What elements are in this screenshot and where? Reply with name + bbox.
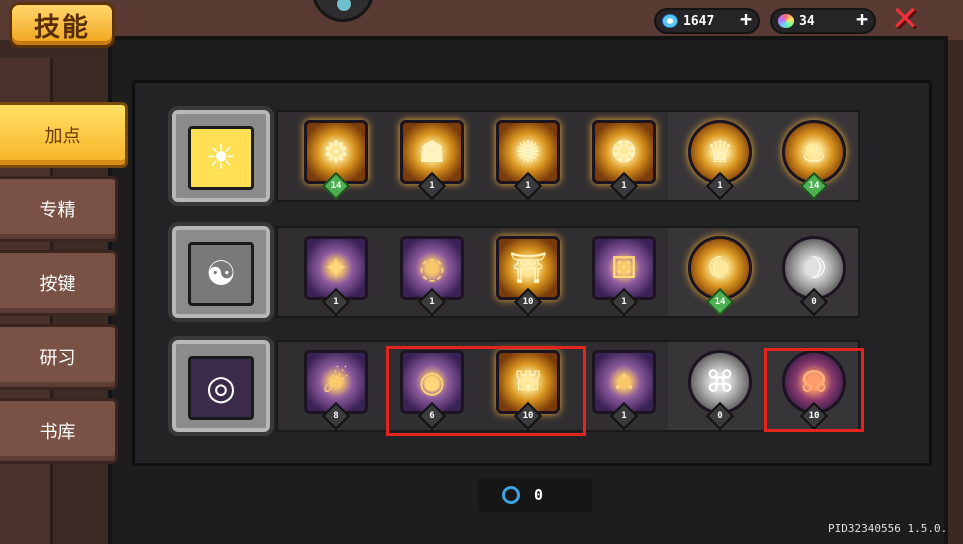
skill-row-sun: ☀ ⚙ 14 ☗ 1 ✺ 1 ❂ 1 ♛ 1 ♨ 14: [168, 106, 860, 206]
level-value: 1: [525, 181, 531, 191]
add-crystals-button[interactable]: +: [856, 7, 868, 31]
crystal-amount: 34: [799, 13, 815, 29]
version-label: PID32340556 1.5.0.: [828, 522, 948, 535]
level-value: 1: [621, 181, 627, 191]
row-head-void[interactable]: ◎: [168, 336, 274, 436]
level-value: 14: [808, 181, 820, 191]
level-value: 0: [717, 411, 723, 421]
skill-slot[interactable]: ◉ 6: [396, 350, 468, 431]
skill-points: 0: [478, 478, 592, 512]
skill-slot[interactable]: ❂ 1: [588, 120, 660, 201]
skill-slot[interactable]: ⛩ 10: [492, 236, 564, 317]
skill-slot[interactable]: ☗ 1: [396, 120, 468, 201]
sun-icon: ☀: [188, 126, 254, 190]
level-value: 6: [429, 411, 435, 421]
skill-slot[interactable]: ♛ 1: [684, 120, 756, 201]
level-value: 1: [717, 181, 723, 191]
page-title: 技能: [9, 2, 115, 48]
level-value: 8: [333, 411, 339, 421]
tab-4[interactable]: 书库: [0, 398, 118, 464]
skill-slot[interactable]: ☊ 10: [778, 350, 850, 431]
level-value: 10: [522, 297, 534, 307]
add-gems-button[interactable]: +: [740, 7, 752, 31]
skill-points-value: 0: [534, 486, 544, 504]
gem-counter: 1647 +: [654, 7, 760, 34]
skill-slot[interactable]: ✦ 1: [300, 236, 372, 317]
tab-1[interactable]: 专精: [0, 176, 118, 242]
skill-slot[interactable]: ∴ 1: [588, 350, 660, 431]
level-value: 14: [714, 297, 726, 307]
level-value: 10: [522, 411, 534, 421]
level-value: 1: [333, 297, 339, 307]
skill-slot[interactable]: ♨ 14: [778, 120, 850, 201]
skill-slot[interactable]: ✺ 1: [492, 120, 564, 201]
skill-slot[interactable]: ⚙ 14: [300, 120, 372, 201]
row-head-wind[interactable]: ☯: [168, 222, 274, 322]
yin-yang-icon: ☯: [188, 242, 254, 306]
level-value: 0: [811, 297, 817, 307]
close-button[interactable]: ✕: [888, 2, 922, 36]
skill-slot[interactable]: ☄ 8: [300, 350, 372, 431]
skill-slot[interactable]: ◌ 1: [396, 236, 468, 317]
tab-2[interactable]: 按键: [0, 250, 118, 316]
skill-slot[interactable]: ⚄ 1: [588, 236, 660, 317]
spiral-icon: ◎: [188, 356, 254, 420]
skill-point-icon: [502, 486, 520, 504]
tab-3[interactable]: 研习: [0, 324, 118, 390]
skill-row-void: ◎ ☄ 8 ◉ 6 ⛫ 10 ∴ 1 ⌘ 0 ☊ 10: [168, 336, 860, 436]
level-value: 1: [621, 297, 627, 307]
skill-slot[interactable]: ⛫ 10: [492, 350, 564, 431]
level-value: 14: [330, 181, 342, 191]
skill-slot[interactable]: ☽ 0: [778, 236, 850, 317]
gem-amount: 1647: [683, 13, 715, 29]
row-head-sun[interactable]: ☀: [168, 106, 274, 206]
crystal-counter: 34 +: [770, 7, 876, 34]
skill-slot[interactable]: ☾ 14: [684, 236, 756, 317]
crystal-icon: [778, 14, 794, 28]
skill-row-wind: ☯ ✦ 1 ◌ 1 ⛩ 10 ⚄ 1 ☾ 14 ☽ 0: [168, 222, 860, 322]
level-value: 1: [429, 297, 435, 307]
gem-icon: [662, 14, 678, 28]
level-value: 1: [621, 411, 627, 421]
skill-slot[interactable]: ⌘ 0: [684, 350, 756, 431]
tab-0[interactable]: 加点: [0, 102, 128, 168]
level-value: 1: [429, 181, 435, 191]
level-value: 10: [808, 411, 820, 421]
